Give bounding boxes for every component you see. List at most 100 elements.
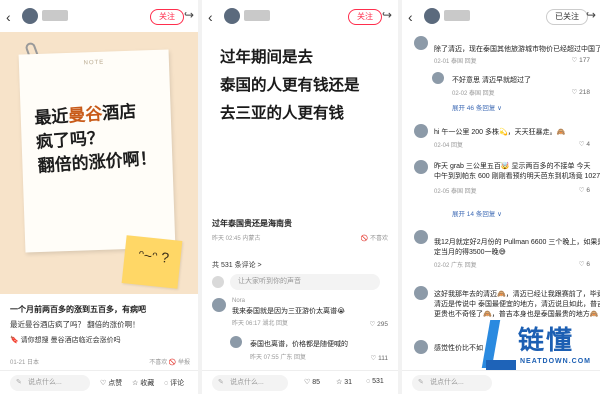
comment-meta: 02-01 泰国 回复 <box>434 59 477 65</box>
comment-text: 我来泰国就是因为三亚游价太离谱😭 <box>232 308 346 315</box>
comment-button[interactable]: ◌ 评论 <box>164 378 184 388</box>
follow-button[interactable]: 关注 <box>348 9 382 25</box>
comment-count[interactable]: 共 531 条评论 > <box>212 260 262 270</box>
back-arrow-icon[interactable]: ‹ <box>408 9 413 25</box>
note-line-2: 疯了吗？ <box>35 128 105 153</box>
comments-panel: ‹ 已关注 ↪ 除了清迈，现在泰国其他旅游城市物价已经超过中国了 02-01 泰… <box>402 0 600 394</box>
share-icon[interactable]: ↪ <box>382 8 392 22</box>
collect-button[interactable]: ☆ 收藏 <box>132 378 154 388</box>
comment-like[interactable]: ♡ 6 <box>579 186 590 194</box>
username-blurred[interactable] <box>42 10 68 21</box>
avatar[interactable] <box>414 124 428 138</box>
avatar[interactable] <box>22 8 38 24</box>
collect-label: 收藏 <box>140 380 155 387</box>
avatar[interactable] <box>432 72 444 84</box>
image-line-1: 过年期间是去 <box>220 49 314 66</box>
comment-like[interactable]: ♡ 177 <box>572 56 590 64</box>
sticky-note: ᵔ~ᵔ ? <box>121 235 183 289</box>
comment-text: 我12月就定好2月份的 Pullman 6600 三个晚上，如果是 <box>434 239 600 246</box>
like-count: 85 <box>312 379 321 386</box>
note-line-1: 最近 <box>33 106 70 129</box>
avatar[interactable] <box>230 336 242 348</box>
post-header: ‹ 关注 ↪ <box>0 0 198 32</box>
bottom-bar: 说点什么... ♡ 点赞 ☆ 收藏 ◌ 评论 <box>0 370 198 394</box>
like-label: 点赞 <box>108 380 123 387</box>
avatar[interactable] <box>414 340 428 354</box>
post-body: 最近曼谷酒店疯了吗？ 翻倍的涨价啊！ <box>10 320 140 329</box>
comment-like[interactable]: ♡ 6 <box>579 260 590 268</box>
following-button[interactable]: 已关注 <box>546 9 588 25</box>
username-blurred[interactable] <box>444 10 470 21</box>
comment-text: 不好意思 清迈早就超过了 <box>452 77 531 84</box>
avatar[interactable] <box>224 8 240 24</box>
comment-label: 评论 <box>170 380 185 387</box>
comment-like[interactable]: ♡ 295 <box>370 320 388 328</box>
search-suggestion[interactable]: 🔖 请你想搜 曼谷酒店临近会涨价吗 <box>10 335 121 345</box>
avatar[interactable] <box>414 160 428 174</box>
comment-meta: 02-04 回复 <box>434 143 464 149</box>
comment-author[interactable]: Nora <box>232 298 245 304</box>
dislike-button[interactable]: 🚫 不喜欢 <box>361 233 388 242</box>
back-arrow-icon[interactable]: ‹ <box>6 9 11 25</box>
watermark-text: 链懂 <box>518 325 575 355</box>
comment-text-cont: 中午到到帕东 600 刚刚看预约明天芭东到机场竟 1027 <box>434 173 600 180</box>
comment-meta: 昨天 06:17 湖北 回复 <box>232 321 289 327</box>
note-label: NOTE <box>83 59 105 67</box>
post-title: 一个月前两百多的涨到五百多，有病吧 <box>10 305 146 314</box>
avatar[interactable] <box>414 36 428 50</box>
comment-item: 我12月就定好2月份的 Pullman 6600 三个晚上，如果是 定当月的得3… <box>414 230 600 272</box>
comment-text: 感觉性价比不如 <box>434 345 483 352</box>
post-date: 昨天 02:45 内蒙古 <box>212 236 261 242</box>
expand-replies[interactable]: 展开 46 条回复 ∨ <box>452 102 502 112</box>
follow-button[interactable]: 关注 <box>150 9 184 25</box>
collect-count: 31 <box>344 379 353 386</box>
logo-mark-icon <box>480 320 516 372</box>
note-line-bangkok: 曼谷 <box>67 104 104 127</box>
sticky-face: ᵔ~ᵔ ? <box>137 246 170 266</box>
post-header: ‹ 关注 ↪ <box>202 0 398 32</box>
post-panel-hotel: ‹ 关注 ↪ NOTE 最近曼谷酒店 疯了吗？ 翻倍的涨价啊！ ᵔ~ᵔ ? 一个… <box>0 0 198 394</box>
comment-text: 昨天 grab 三公里五百🤯 显示两百多的不接单 今天 <box>434 163 591 170</box>
post-image-text: 过年期间是去 泰国的人更有钱还是 去三亚的人更有钱 <box>220 44 390 128</box>
like-button[interactable]: ♡ 85 <box>304 378 320 386</box>
comment-item: Nora 我来泰国就是因为三亚游价太离谱😭 昨天 06:17 湖北 回复 ♡ 2… <box>212 298 388 334</box>
comment-button[interactable]: ◌ 531 <box>366 378 384 385</box>
comment-item: 昨天 grab 三公里五百🤯 显示两百多的不接单 今天 中午到到帕东 600 刚… <box>414 160 600 202</box>
note-handwriting: 最近曼谷酒店 疯了吗？ 翻倍的涨价啊！ <box>34 97 179 179</box>
image-line-2: 泰国的人更有钱还是 <box>220 77 360 94</box>
share-icon[interactable]: ↪ <box>586 8 596 22</box>
avatar[interactable] <box>414 230 428 244</box>
comment-reply: 不好意思 清迈早就超过了 02-02 泰国 回复 ♡ 218 <box>432 72 590 100</box>
comment-like[interactable]: ♡ 111 <box>370 354 388 362</box>
note-line-hotel: 酒店 <box>101 101 137 125</box>
comment-text: hi 午一公里 200 多株💫，天天狂暴走。🙈 <box>434 129 566 136</box>
comment-meta: 02-02 广东 回复 <box>434 263 477 269</box>
comment-text-cont: 清迈是传说中 泰国最便宜的地方，清迈说且如此，普吉 <box>434 301 600 308</box>
comment-text: 除了清迈，现在泰国其他旅游城市物价已经超过中国了 <box>434 46 600 53</box>
avatar[interactable] <box>424 8 440 24</box>
comment-text: 泰国也离谱，价格都是随便喊的 <box>250 341 348 348</box>
expand-replies[interactable]: 展开 14 条回复 ∨ <box>452 208 502 218</box>
comment-reply: 泰国也离谱，价格都是随便喊的 昨天 07:55 广东 回复 ♡ 111 <box>230 336 388 368</box>
comment-input[interactable]: 说点什么... <box>212 375 288 391</box>
like-button[interactable]: ♡ 点赞 <box>100 378 122 388</box>
bottom-bar: 说点什么... ♡ 85 ☆ 31 ◌ 531 <box>202 370 398 394</box>
watermark-logo: 链懂 NEATDOWN.COM <box>480 314 594 386</box>
dislike-report[interactable]: 不喜欢 🚫 举报 <box>149 357 190 366</box>
username-blurred[interactable] <box>244 10 270 21</box>
comment-like[interactable]: ♡ 218 <box>572 88 590 96</box>
comment-like[interactable]: ♡ 4 <box>579 140 590 148</box>
watermark-domain: NEATDOWN.COM <box>520 358 591 365</box>
avatar[interactable] <box>212 298 226 312</box>
share-icon[interactable]: ↪ <box>184 8 194 22</box>
post-header: ‹ 已关注 ↪ <box>402 0 600 32</box>
comment-input[interactable]: 说点什么... <box>10 375 90 391</box>
post-title: 过年泰国贵还是海南贵 <box>212 219 292 228</box>
avatar[interactable] <box>414 286 428 300</box>
post-date: 01-21 日本 <box>10 360 40 366</box>
comment-field[interactable]: 让大家听到你的声音 <box>230 274 380 290</box>
comment-meta: 昨天 07:55 广东 回复 <box>250 355 307 361</box>
collect-button[interactable]: ☆ 31 <box>336 378 352 386</box>
comment-meta: 02-05 泰国 回复 <box>434 189 477 195</box>
back-arrow-icon[interactable]: ‹ <box>208 9 213 25</box>
